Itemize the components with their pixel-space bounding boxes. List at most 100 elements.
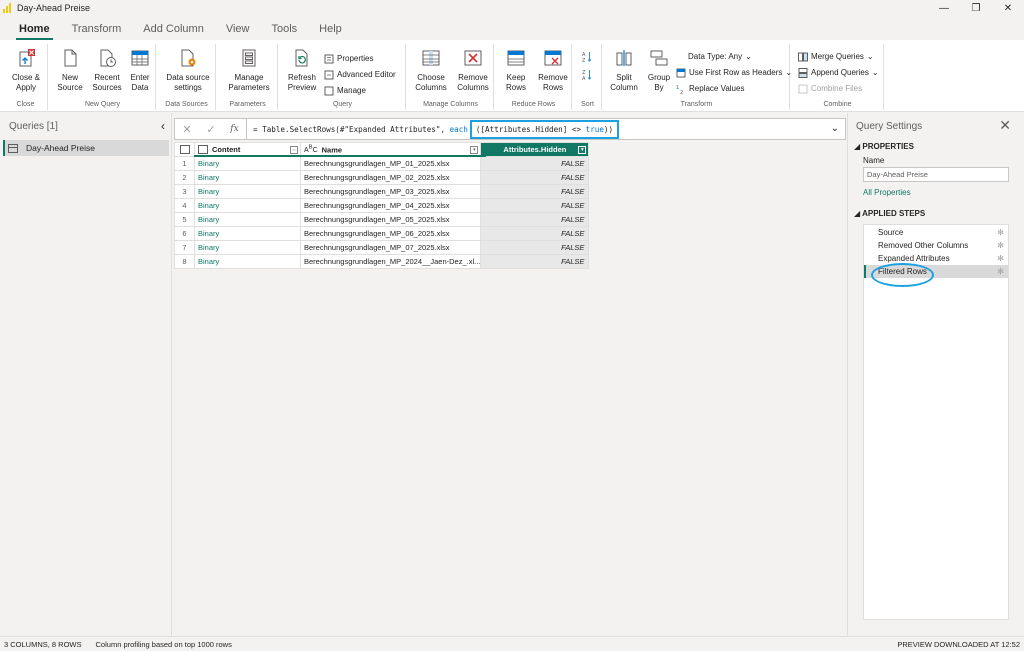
close-settings-icon[interactable]: ✕ [999,117,1011,134]
name-cell[interactable]: Berechnungsgrundlagen_MP_02_2025.xlsx [299,170,482,185]
table-row[interactable]: 7 Binary Berechnungsgrundlagen_MP_07_2025.… [174,240,590,255]
table-row[interactable]: 6 Binary Berechnungsgrundlagen_MP_06_2025.… [174,226,590,241]
close-window-button[interactable]: ✕ [992,0,1024,16]
append-queries-button[interactable]: Append Queries ⌄ [798,66,879,79]
gear-icon[interactable]: ✻ [997,239,1004,252]
attributes-hidden-cell[interactable]: FALSE [480,170,590,185]
name-cell[interactable]: Berechnungsgrundlagen_MP_06_2025.xlsx [299,226,482,241]
row-number-cell[interactable]: 6 [174,226,195,241]
row-number-cell[interactable]: 4 [174,198,195,213]
advanced-editor-button[interactable]: Advanced Editor [324,68,396,81]
content-cell[interactable]: Binary [194,212,301,227]
collapse-pane-icon[interactable]: ‹ [161,119,165,133]
cancel-formula-icon[interactable]: ✕ [175,123,199,136]
name-cell[interactable]: Berechnungsgrundlagen_MP_01_2025.xlsx [299,156,482,171]
remove-columns-button[interactable]: Remove Columns [454,48,492,93]
group-label-parameters: Parameters [229,101,266,108]
keep-rows-button[interactable]: Keep Rows [500,48,532,93]
tab-view[interactable]: View [215,23,261,40]
attributes-hidden-cell[interactable]: FALSE [480,226,590,241]
gear-icon[interactable]: ✻ [997,226,1004,239]
new-source-button[interactable]: New Source [54,48,86,93]
split-column-button[interactable]: Split Column [606,48,642,93]
manage-parameters-button[interactable]: Manage Parameters [222,48,276,93]
manage-query-button[interactable]: Manage [324,84,366,97]
step-source[interactable]: Source ✻ [864,226,1008,239]
name-cell[interactable]: Berechnungsgrundlagen_MP_2024__Jaen-Dez_… [299,254,482,269]
close-apply-button[interactable]: Close & Apply [8,48,44,93]
row-number-cell[interactable]: 7 [174,240,195,255]
tab-tools[interactable]: Tools [260,23,308,40]
step-expanded-attributes[interactable]: Expanded Attributes ✻ [864,252,1008,265]
attributes-hidden-cell[interactable]: FALSE [480,156,590,171]
row-number-cell[interactable]: 5 [174,212,195,227]
tab-transform[interactable]: Transform [61,23,133,40]
attributes-hidden-cell[interactable]: FALSE [480,254,590,269]
attributes-hidden-cell[interactable]: FALSE [480,240,590,255]
table-row[interactable]: 4 Binary Berechnungsgrundlagen_MP_04_2025.… [174,198,590,213]
gear-icon[interactable]: ✻ [997,265,1004,278]
table-row[interactable]: 8 Binary Berechnungsgrundlagen_MP_2024__Ja… [174,254,590,269]
column-header-attributes-hidden[interactable]: Attributes.Hidden ▼ [480,142,590,157]
query-item-day-ahead-preise[interactable]: Day-Ahead Preise [3,140,169,156]
column-dropdown-icon[interactable]: ▾ [470,146,479,154]
minimize-button[interactable]: — [928,0,960,16]
data-type-dropdown[interactable]: Data Type: Any ⌄ [688,50,752,63]
merge-queries-button[interactable]: Merge Queries ⌄ [798,50,874,63]
step-removed-other-columns[interactable]: Removed Other Columns ✻ [864,239,1008,252]
table-row[interactable]: 1 Binary Berechnungsgrundlagen_MP_01_2025.… [174,156,590,171]
content-cell[interactable]: Binary [194,156,301,171]
use-first-row-as-headers-button[interactable]: Use First Row as Headers ⌄ [676,66,792,79]
maximize-button[interactable]: ❐ [960,0,992,16]
enter-data-button[interactable]: Enter Data [126,48,154,93]
attributes-hidden-cell[interactable]: FALSE [480,212,590,227]
table-menu-button[interactable] [174,142,195,157]
remove-rows-button[interactable]: Remove Rows [536,48,570,93]
combine-files-button[interactable]: Combine Files [798,82,862,95]
table-row[interactable]: 2 Binary Berechnungsgrundlagen_MP_02_2025.… [174,170,590,185]
column-profiling-status[interactable]: Column profiling based on top 1000 rows [96,640,232,649]
commit-formula-icon[interactable]: ✓ [199,123,223,136]
content-cell[interactable]: Binary [194,184,301,199]
row-number-cell[interactable]: 8 [174,254,195,269]
name-cell[interactable]: Berechnungsgrundlagen_MP_04_2025.xlsx [299,198,482,213]
row-number-cell[interactable]: 2 [174,170,195,185]
content-cell[interactable]: Binary [194,254,301,269]
group-by-button[interactable]: Group By [644,48,674,93]
all-properties-link[interactable]: All Properties [863,188,911,197]
table-row[interactable]: 3 Binary Berechnungsgrundlagen_MP_03_2025.… [174,184,590,199]
recent-sources-button[interactable]: Recent Sources [90,48,124,93]
content-cell[interactable]: Binary [194,240,301,255]
expand-column-icon[interactable]: ⇔ [290,146,298,154]
sort-ascending-button[interactable]: AZ [582,50,592,63]
applied-steps-header[interactable]: ◢ APPLIED STEPS [854,209,925,218]
tab-home[interactable]: Home [8,23,61,40]
name-cell[interactable]: Berechnungsgrundlagen_MP_05_2025.xlsx [299,212,482,227]
attributes-hidden-cell[interactable]: FALSE [480,198,590,213]
query-name-input[interactable] [863,167,1009,182]
row-number-cell[interactable]: 3 [174,184,195,199]
properties-header[interactable]: ◢ PROPERTIES [854,142,914,151]
tab-add-column[interactable]: Add Column [132,23,215,40]
name-cell[interactable]: Berechnungsgrundlagen_MP_03_2025.xlsx [299,184,482,199]
data-source-settings-button[interactable]: Data source settings [162,48,214,93]
refresh-preview-button[interactable]: Refresh Preview [284,48,320,93]
gear-icon[interactable]: ✻ [997,252,1004,265]
content-cell[interactable]: Binary [194,226,301,241]
choose-columns-button[interactable]: Choose Columns [412,48,450,93]
ribbon-group-query: Refresh Preview Properties Advanced Edit… [280,44,406,110]
replace-values-button[interactable]: 12 Replace Values [676,82,744,95]
content-cell[interactable]: Binary [194,170,301,185]
attributes-hidden-cell[interactable]: FALSE [480,184,590,199]
properties-button[interactable]: Properties [324,52,373,65]
filter-icon[interactable]: ▼ [578,146,587,154]
formula-input[interactable]: = Table.SelectRows(#"Expanded Attributes… [253,119,620,139]
merge-queries-label: Merge Queries [811,51,864,61]
tab-help[interactable]: Help [308,23,353,40]
table-row[interactable]: 5 Binary Berechnungsgrundlagen_MP_05_2025.… [174,212,590,227]
name-cell[interactable]: Berechnungsgrundlagen_MP_07_2025.xlsx [299,240,482,255]
sort-descending-button[interactable]: ZA [582,68,592,81]
row-number-cell[interactable]: 1 [174,156,195,171]
content-cell[interactable]: Binary [194,198,301,213]
expand-formula-chevron-icon[interactable]: ⌄ [831,123,839,134]
